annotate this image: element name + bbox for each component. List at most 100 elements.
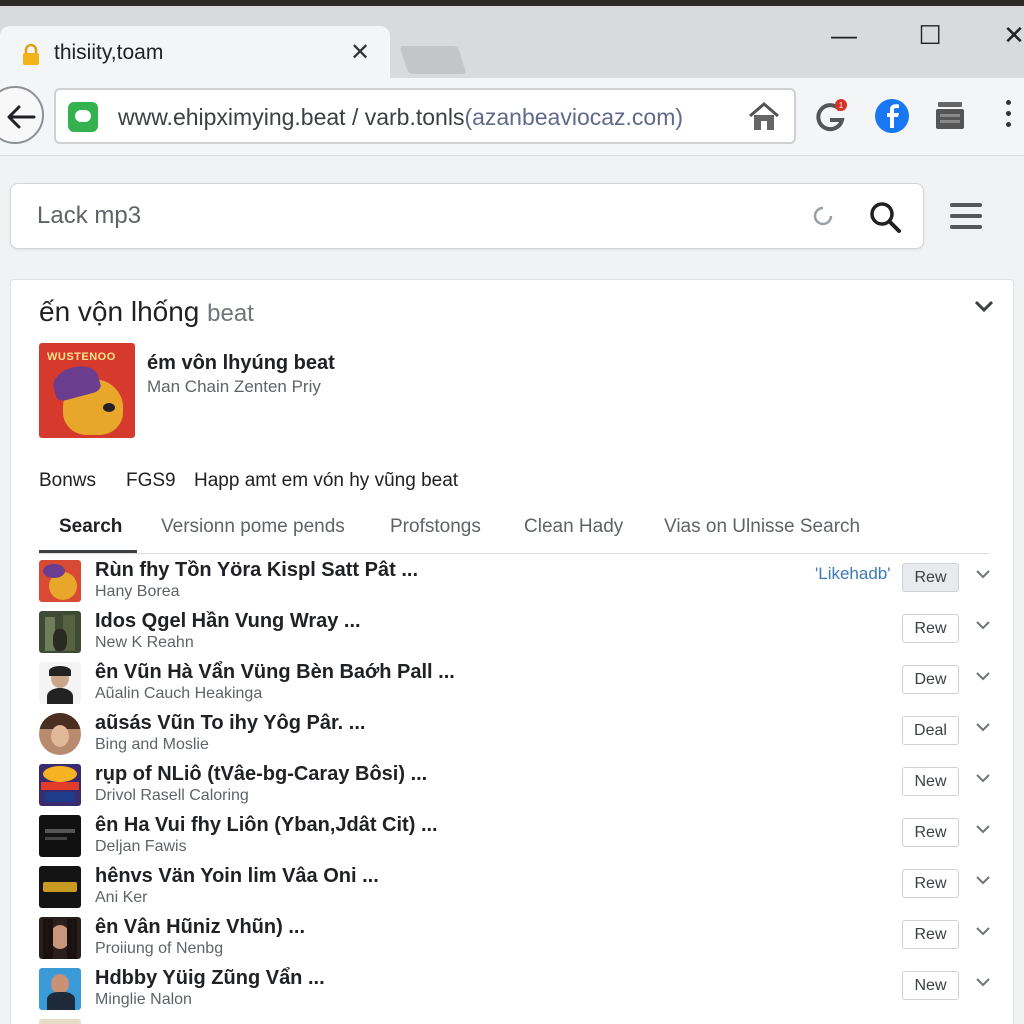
maximize-button[interactable]: ☐ [910, 20, 950, 51]
url-domain: (azanbeaviocaz.com) [464, 104, 684, 130]
site-favicon-icon [68, 102, 98, 132]
chevron-down-icon[interactable] [973, 298, 995, 314]
track-thumbnail [39, 662, 81, 704]
list-item-partial[interactable] [39, 1015, 989, 1024]
list-item[interactable]: ên Ha Vui fhy Liôn (Yban,Jdât Cit) ... D… [39, 811, 991, 862]
meta-item: Happ amt em vón hy vũng beat [194, 470, 459, 491]
minimize-button[interactable]: — [824, 20, 864, 51]
search-icon[interactable] [867, 199, 903, 235]
card-title-main: ến vộn lhống [39, 296, 200, 327]
chevron-down-icon[interactable] [975, 823, 991, 835]
track-action-button[interactable]: New [902, 767, 959, 796]
track-link[interactable]: 'Likehadb' [815, 564, 891, 584]
list-item[interactable]: Idos Qgel Hần Vung Wray ... New K Reahn … [39, 607, 991, 658]
close-tab-button[interactable]: ✕ [350, 38, 370, 67]
address-toolbar: www.ehipximying.beat / varb.tonls(azanbe… [0, 78, 1024, 156]
track-action-button[interactable]: Rew [902, 920, 959, 949]
facebook-icon[interactable] [874, 98, 910, 134]
track-thumbnail [39, 764, 81, 806]
track-title[interactable]: aũsás Vũn To ihy Yôg Pâr. ... [95, 712, 365, 735]
tab-vias-search[interactable]: Vias on Ulnisse Search [664, 516, 860, 538]
tab-search[interactable]: Search [59, 516, 122, 538]
track-artist: Minglie Nalon [95, 991, 192, 1008]
browser-menu-button[interactable] [1006, 100, 1014, 133]
stack-extension-icon[interactable] [934, 98, 970, 134]
list-item[interactable]: rụp of NLiô (tVâe-bg-Caray Bôsi) ... Dri… [39, 760, 991, 811]
list-item[interactable]: ên Vũn Hà Vẩn Vüng Bèn Baớh Pall ... Aũa… [39, 658, 991, 709]
close-window-button[interactable]: ✕ [994, 20, 1024, 51]
list-item[interactable]: hênvs Vän Yoin lim Vâa Oni ... Ani Ker R… [39, 862, 991, 913]
url-text: www.ehipximying.beat / varb.tonls(azanbe… [118, 104, 683, 131]
chevron-down-icon[interactable] [975, 568, 991, 580]
extension-badge: 1 [839, 101, 844, 110]
track-action-button[interactable]: Rew [902, 614, 959, 643]
list-item[interactable]: aũsás Vũn To ihy Yôg Pâr. ... Bing and M… [39, 709, 991, 760]
track-artist: Deljan Fawis [95, 838, 187, 855]
track-title[interactable]: ên Vũn Hà Vẩn Vüng Bèn Baớh Pall ... [95, 661, 455, 684]
track-action-button[interactable]: New [902, 971, 959, 1000]
track-artist: Hany Borea [95, 583, 180, 600]
track-action-button[interactable]: Rew [902, 563, 959, 592]
menu-icon[interactable] [950, 203, 982, 236]
track-thumbnail [39, 968, 81, 1010]
track-action-button[interactable]: Deal [902, 716, 959, 745]
meta-item: Bonws [39, 470, 97, 491]
g-extension-icon[interactable]: 1 [812, 98, 848, 134]
track-artist: Bing and Moslie [95, 736, 209, 753]
search-box[interactable]: Lack mp3 [10, 183, 924, 249]
track-action-button[interactable]: Rew [902, 869, 959, 898]
tab-bar: thisiity,toam ✕ — ☐ ✕ [0, 6, 1024, 80]
track-title[interactable]: Rùn fhy Tồn Yöra Kispl Satt Pât ... [95, 559, 418, 582]
tab-title: thisiity,toam [54, 41, 164, 64]
track-thumbnail [39, 611, 81, 653]
track-artist: New K Reahn [95, 634, 194, 651]
chevron-down-icon[interactable] [975, 925, 991, 937]
track-thumbnail [39, 815, 81, 857]
track-thumbnail [39, 1019, 81, 1024]
tab-clean-hady[interactable]: Clean Hady [524, 516, 623, 538]
address-bar[interactable]: www.ehipximying.beat / varb.tonls(azanbe… [54, 88, 796, 144]
result-tabs: Search Versionn pome pends Profstongs Cl… [39, 512, 989, 554]
browser-tab[interactable]: thisiity,toam ✕ [0, 26, 390, 80]
chevron-down-icon[interactable] [975, 670, 991, 682]
active-tab-underline [39, 550, 137, 553]
track-thumbnail [39, 866, 81, 908]
track-action-button[interactable]: Dew [902, 665, 959, 694]
track-title[interactable]: Idos Qgel Hần Vung Wray ... [95, 610, 361, 633]
home-icon[interactable] [746, 100, 782, 134]
meta-item: FGS9 [126, 470, 176, 491]
track-title[interactable]: rụp of NLiô (tVâe-bg-Caray Bôsi) ... [95, 763, 427, 786]
card-title: ến vộn lhống beat [39, 296, 254, 328]
track-artist: Proiiung of Nenbg [95, 940, 224, 957]
chevron-down-icon[interactable] [975, 721, 991, 733]
album-art[interactable]: WUSTENOO [39, 343, 135, 438]
chevron-down-icon[interactable] [975, 619, 991, 631]
tab-versions[interactable]: Versionn pome pends [161, 516, 345, 538]
search-input[interactable]: Lack mp3 [37, 202, 141, 230]
track-title[interactable]: Hdbby Yüig Zũng Vẩn ... [95, 967, 325, 990]
list-item[interactable]: Hdbby Yüig Zũng Vẩn ... Minglie Nalon Ne… [39, 964, 991, 1015]
bear-nose [103, 403, 115, 412]
track-action-button[interactable]: Rew [902, 818, 959, 847]
track-title[interactable]: ên Ha Vui fhy Liôn (Yban,Jdât Cit) ... [95, 814, 438, 837]
featured-subtitle: Man Chain Zenten Priy [147, 377, 321, 396]
track-thumbnail [39, 713, 81, 755]
track-thumbnail [39, 560, 81, 602]
track-artist: Ani Ker [95, 889, 148, 906]
tab-profstongs[interactable]: Profstongs [390, 516, 481, 538]
featured-title[interactable]: ém vôn lhyúng beat [147, 352, 335, 375]
track-artist: Drivol Rasell Caloring [95, 787, 249, 804]
track-thumbnail [39, 917, 81, 959]
chevron-down-icon[interactable] [975, 772, 991, 784]
chevron-down-icon[interactable] [975, 874, 991, 886]
list-item[interactable]: Rùn fhy Tồn Yöra Kispl Satt Pât ... Hany… [39, 556, 991, 607]
back-button[interactable] [0, 86, 44, 144]
chevron-down-icon[interactable] [975, 976, 991, 988]
loading-spinner-icon [813, 206, 833, 226]
new-tab-button[interactable] [399, 46, 467, 74]
list-item[interactable]: ên Vân Hũniz Vhũn) ... Proiiung of Nenbg… [39, 913, 991, 964]
track-title[interactable]: ên Vân Hũniz Vhũn) ... [95, 916, 305, 939]
lock-icon [23, 44, 39, 65]
track-title[interactable]: hênvs Vän Yoin lim Vâa Oni ... [95, 865, 379, 888]
card-title-suffix: beat [207, 300, 254, 327]
